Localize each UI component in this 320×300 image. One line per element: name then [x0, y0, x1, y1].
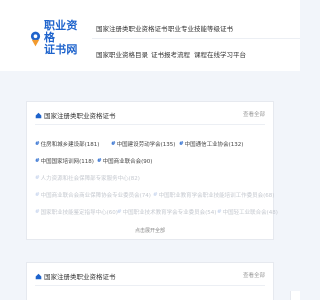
tag-item[interactable]: # 中国通信工业协会(132) — [179, 140, 243, 148]
tag-item[interactable]: # 中国建设劳动学会(135) — [111, 140, 175, 148]
site-logo[interactable]: 职业资格 证书网 — [30, 20, 85, 56]
logo-line-2: 证书网 — [43, 43, 78, 56]
nav-item-skill-certificates[interactable]: 职业专业技能等级证书 — [168, 23, 233, 33]
card-divider — [35, 124, 265, 125]
certificate-category-card: 国家注册类职业资格证书 查看全部 # 住房和城乡建设部(181) # 中国建设劳动学… — [26, 101, 278, 240]
house-icon — [35, 112, 42, 118]
card-title-text: 国家注册类职业资格证书 — [44, 112, 116, 120]
tag-item[interactable]: # 中国职业教育学会职业技能培训工作委员会(68) — [153, 191, 274, 199]
main-nav: 国家注册类职业资格证书 职业专业技能等级证书 国家职业资格目录 证书报考流程 课… — [92, 0, 300, 71]
tag-item[interactable]: # 国家职业技能鉴定指导中心(60) — [35, 208, 118, 216]
expand-all-button[interactable]: 点击展开全部 — [27, 227, 273, 234]
nav-item-online-learning[interactable]: 课程在线学习平台 — [194, 49, 246, 59]
nav-divider — [92, 38, 300, 39]
tag-item[interactable]: # 中国商业联合会商业保障协会专业委员会(74) — [35, 191, 151, 199]
nav-item-exam-process[interactable]: 证书报考流程 — [151, 49, 190, 59]
house-icon — [35, 273, 42, 279]
nav-item-qualification-catalog[interactable]: 国家职业资格目录 — [96, 49, 148, 59]
logo-text: 职业资格 证书网 — [44, 20, 85, 56]
tag-item[interactable]: # 中国商业联合会(90) — [97, 157, 152, 165]
certificate-category-card-2: 国家注册类职业资格证书 查看全部 — [26, 262, 274, 300]
tag-item[interactable]: # 人力资源和社会保障部专家服务中心(82) — [35, 174, 140, 182]
logo-pin-icon — [30, 31, 41, 47]
nav-item-registered-certificates[interactable]: 国家注册类职业资格证书 — [96, 23, 168, 33]
card-title: 国家注册类职业资格证书 — [35, 110, 116, 120]
site-header: 职业资格 证书网 国家注册类职业资格证书 职业专业技能等级证书 国家职业资格目录… — [0, 0, 300, 71]
card-title-text: 国家注册类职业资格证书 — [44, 273, 116, 281]
tag-item[interactable]: # 中国轻工业联合会(48) — [217, 208, 278, 216]
card-divider — [35, 285, 265, 286]
view-all-link[interactable]: 查看全部 — [243, 271, 265, 279]
logo-line-1: 职业资格 — [43, 19, 78, 44]
view-all-link[interactable]: 查看全部 — [243, 110, 265, 118]
card-title: 国家注册类职业资格证书 — [35, 271, 116, 281]
scroll-to-top-button[interactable] — [290, 291, 300, 300]
tag-item[interactable]: # 住房和城乡建设部(181) — [35, 140, 99, 148]
tag-item[interactable]: # 中国职业技术教育学会专业委员会(54) — [117, 208, 216, 216]
tag-item[interactable]: # 中国国家培训网(118) — [35, 157, 94, 165]
